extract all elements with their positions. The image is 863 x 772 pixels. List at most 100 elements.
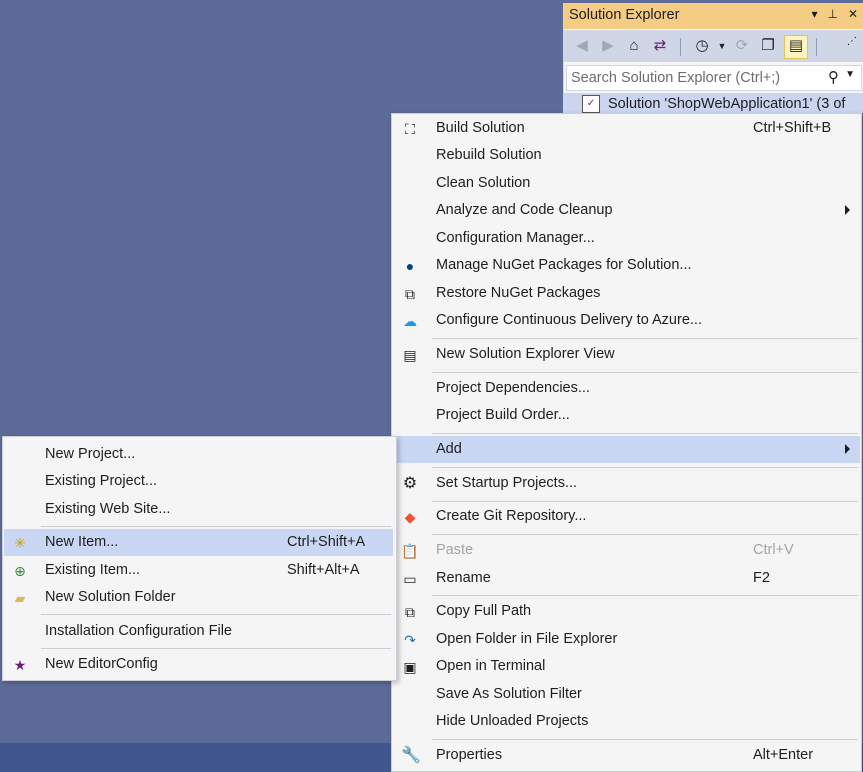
window-position-dropdown-icon[interactable]: ▾ bbox=[811, 7, 817, 21]
submenu-item-new-item[interactable]: ✳ New Item... Ctrl+Shift+A bbox=[4, 529, 393, 556]
menu-item-label: Manage NuGet Packages for Solution... bbox=[436, 257, 692, 273]
wrench-icon: 🔧 bbox=[401, 747, 421, 764]
rename-icon: ▭ bbox=[403, 571, 417, 587]
chevron-down-icon[interactable]: ▼ bbox=[712, 36, 732, 56]
search-options-dropdown-icon[interactable]: ▼ bbox=[845, 69, 855, 80]
menu-item-restore-nuget[interactable]: ⧉ Restore NuGet Packages bbox=[393, 280, 860, 307]
gear-icon: ⚙ bbox=[402, 475, 418, 492]
menu-item-manage-nuget[interactable]: ● Manage NuGet Packages for Solution... bbox=[393, 252, 860, 279]
menu-item-clean-solution[interactable]: Clean Solution bbox=[393, 170, 860, 197]
menu-item-shortcut: Ctrl+Shift+B bbox=[753, 120, 832, 136]
pending-changes-filter-icon[interactable]: ◷ bbox=[692, 36, 712, 56]
menu-item-build-solution[interactable]: ⛶ Build Solution Ctrl+Shift+B bbox=[393, 115, 860, 142]
tree-item-solution[interactable]: ✓ Solution 'ShopWebApplication1' (3 of bbox=[564, 93, 863, 113]
solution-icon: ✓ bbox=[582, 95, 600, 113]
menu-item-label: Existing Project... bbox=[45, 473, 158, 489]
menu-item-label: Hide Unloaded Projects bbox=[436, 713, 589, 729]
menu-item-label: Build Solution bbox=[436, 120, 525, 136]
terminal-icon: ▣ bbox=[403, 659, 417, 675]
toolbar-overflow-icon[interactable]: ⋰ bbox=[842, 32, 862, 52]
menu-item-label: Properties bbox=[436, 747, 503, 763]
menu-item-properties[interactable]: 🔧 Properties Alt+Enter bbox=[393, 742, 860, 769]
menu-item-label: New Solution Folder bbox=[45, 589, 176, 605]
menu-item-shortcut: Shift+Alt+A bbox=[287, 562, 360, 578]
add-existing-item-icon: ⊕ bbox=[14, 563, 26, 579]
folder-icon: ▰ bbox=[14, 590, 26, 606]
submenu-item-existing-project[interactable]: Existing Project... bbox=[4, 468, 393, 495]
menu-item-label: Analyze and Code Cleanup bbox=[436, 202, 613, 218]
menu-item-rename[interactable]: ▭ Rename F2 bbox=[393, 565, 860, 592]
menu-item-paste: 📋 Paste Ctrl+V bbox=[393, 537, 860, 564]
menu-item-label: New EditorConfig bbox=[45, 656, 158, 672]
search-icon[interactable]: ⚲ bbox=[828, 68, 839, 86]
menu-item-label: Existing Web Site... bbox=[45, 501, 171, 517]
search-placeholder: Search Solution Explorer (Ctrl+;) bbox=[571, 70, 781, 86]
build-solution-icon: ⛶ bbox=[405, 121, 415, 137]
menu-item-analyze-code-cleanup[interactable]: Analyze and Code Cleanup bbox=[393, 197, 860, 224]
solution-explorer-title-bar: Solution Explorer ▾ ⊥ ✕ bbox=[564, 3, 863, 29]
menu-item-rebuild-solution[interactable]: Rebuild Solution bbox=[393, 142, 860, 169]
menu-item-label: Paste bbox=[436, 542, 474, 558]
submenu-item-new-project[interactable]: New Project... bbox=[4, 441, 393, 468]
menu-item-label: Open in Terminal bbox=[436, 658, 546, 674]
menu-item-label: Installation Configuration File bbox=[45, 623, 232, 639]
toolbar-separator bbox=[816, 38, 817, 56]
pin-icon[interactable]: ⊥ bbox=[827, 7, 837, 21]
git-icon: ◆ bbox=[404, 509, 416, 525]
back-icon[interactable]: ◀ bbox=[572, 36, 592, 56]
menu-item-label: Create Git Repository... bbox=[436, 508, 587, 524]
tree-item-label: Solution 'ShopWebApplication1' (3 of bbox=[608, 96, 846, 112]
add-submenu: New Project... Existing Project... Exist… bbox=[2, 436, 397, 681]
menu-separator bbox=[41, 648, 391, 649]
menu-item-open-in-terminal[interactable]: ▣ Open in Terminal bbox=[393, 653, 860, 680]
submenu-item-existing-item[interactable]: ⊕ Existing Item... Shift+Alt+A bbox=[4, 557, 393, 584]
menu-item-label: New Solution Explorer View bbox=[436, 346, 615, 362]
toolbar-separator bbox=[680, 38, 681, 56]
solution-explorer-view-icon: ▤ bbox=[403, 347, 417, 363]
solution-explorer-title: Solution Explorer bbox=[569, 7, 680, 23]
menu-separator bbox=[432, 372, 858, 373]
menu-item-label: Add bbox=[436, 441, 462, 457]
menu-item-open-folder-explorer[interactable]: ↷ Open Folder in File Explorer bbox=[393, 626, 860, 653]
solution-explorer-search-input[interactable]: Search Solution Explorer (Ctrl+;) ⚲ ▼ bbox=[566, 65, 862, 91]
menu-item-copy-full-path[interactable]: ⧉ Copy Full Path bbox=[393, 598, 860, 625]
submenu-item-installation-configuration-file[interactable]: Installation Configuration File bbox=[4, 618, 393, 645]
menu-item-set-startup-projects[interactable]: ⚙ Set Startup Projects... bbox=[393, 470, 860, 497]
submenu-item-new-solution-folder[interactable]: ▰ New Solution Folder bbox=[4, 584, 393, 611]
refresh-icon[interactable]: ⟳ bbox=[732, 36, 752, 56]
paste-icon: 📋 bbox=[401, 543, 419, 559]
menu-item-add[interactable]: Add bbox=[393, 436, 860, 463]
close-icon[interactable]: ✕ bbox=[848, 7, 858, 21]
menu-separator bbox=[432, 338, 858, 339]
submenu-item-existing-web-site[interactable]: Existing Web Site... bbox=[4, 496, 393, 523]
menu-separator bbox=[432, 501, 858, 502]
submenu-item-new-editorconfig[interactable]: ★ New EditorConfig bbox=[4, 651, 393, 678]
menu-item-project-dependencies[interactable]: Project Dependencies... bbox=[393, 375, 860, 402]
menu-item-label: Configure Continuous Delivery to Azure..… bbox=[436, 312, 702, 328]
menu-item-save-as-solution-filter[interactable]: Save As Solution Filter bbox=[393, 681, 860, 708]
menu-item-label: Existing Item... bbox=[45, 562, 141, 578]
menu-separator bbox=[432, 534, 858, 535]
switch-views-icon[interactable]: ⇄ bbox=[650, 36, 670, 56]
collapse-all-icon[interactable]: ❐ bbox=[758, 36, 778, 56]
menu-item-project-build-order[interactable]: Project Build Order... bbox=[393, 402, 860, 429]
menu-item-label: New Project... bbox=[45, 446, 136, 462]
show-all-files-icon[interactable]: ▤ bbox=[784, 35, 808, 59]
forward-icon[interactable]: ▶ bbox=[598, 36, 618, 56]
menu-item-hide-unloaded-projects[interactable]: Hide Unloaded Projects bbox=[393, 708, 860, 735]
menu-item-label: Rename bbox=[436, 570, 491, 586]
menu-item-label: Project Dependencies... bbox=[436, 380, 590, 396]
menu-item-create-git-repository[interactable]: ◆ Create Git Repository... bbox=[393, 503, 860, 530]
menu-item-new-solution-explorer-view[interactable]: ▤ New Solution Explorer View bbox=[393, 341, 860, 368]
menu-separator bbox=[41, 526, 391, 527]
editorconfig-icon: ★ bbox=[13, 657, 27, 673]
menu-item-shortcut: Ctrl+V bbox=[753, 542, 794, 558]
home-icon[interactable]: ⌂ bbox=[624, 36, 644, 56]
menu-item-configuration-manager[interactable]: Configuration Manager... bbox=[393, 225, 860, 252]
copy-icon: ⧉ bbox=[405, 604, 415, 620]
menu-item-continuous-delivery[interactable]: ☁ Configure Continuous Delivery to Azure… bbox=[393, 307, 860, 334]
menu-item-label: Clean Solution bbox=[436, 175, 531, 191]
solution-explorer-panel: Solution Explorer ▾ ⊥ ✕ ◀ ▶ ⌂ ⇄ ◷ ▼ ⟳ ❐ … bbox=[563, 3, 863, 113]
menu-item-label: Copy Full Path bbox=[436, 603, 532, 619]
menu-item-shortcut: Ctrl+Shift+A bbox=[287, 534, 366, 550]
